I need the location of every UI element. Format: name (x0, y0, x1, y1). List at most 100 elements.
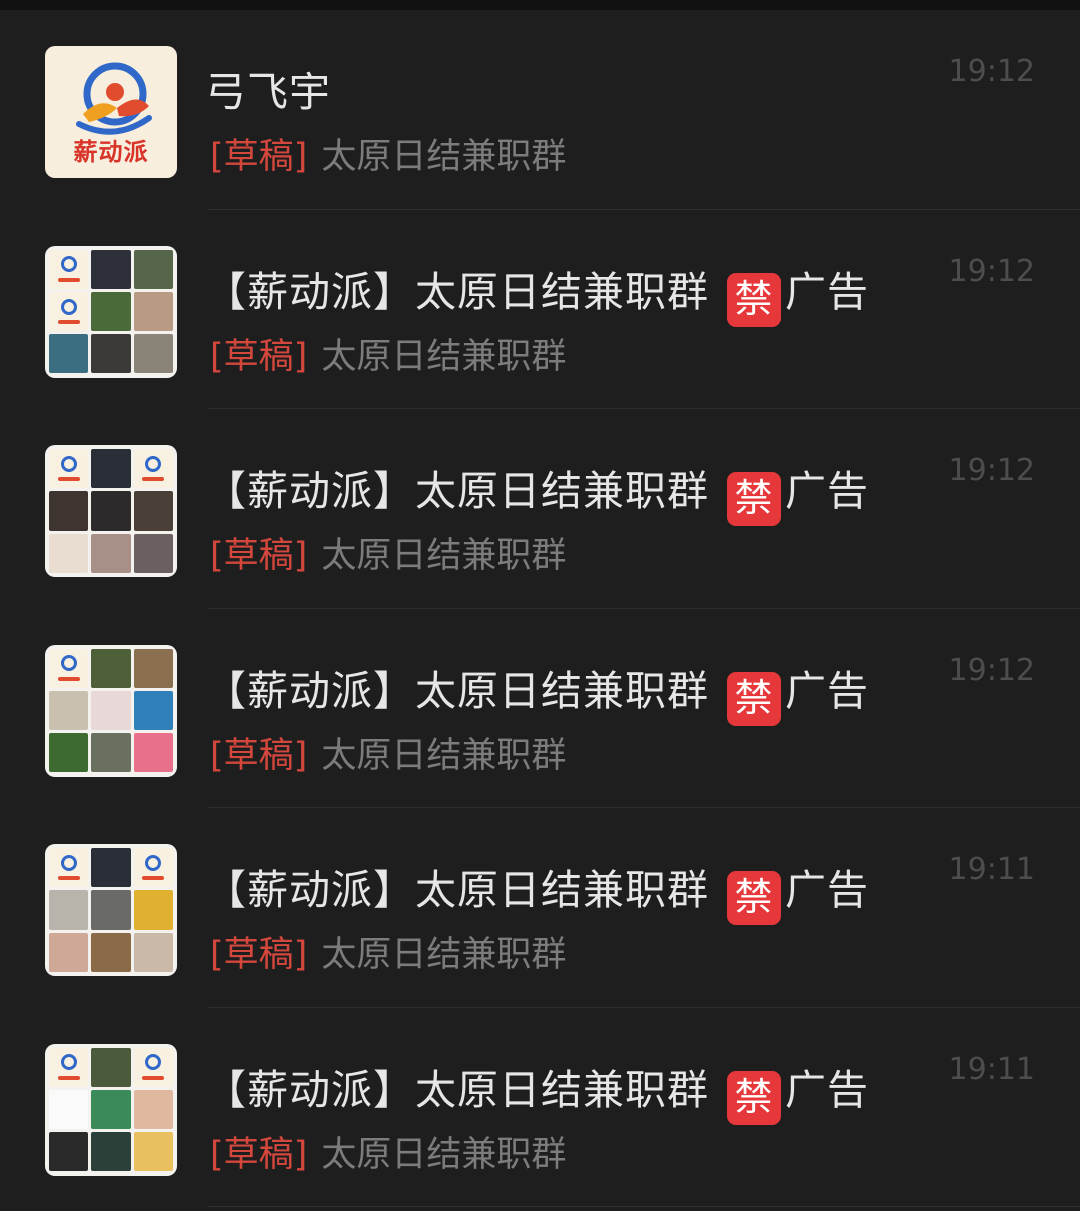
chat-row[interactable]: 【薪动派】太原日结兼职群禁广告 [草稿] 太原日结兼职群 19:12 (0, 609, 1080, 808)
chat-preview-line: [草稿] 太原日结兼职群 (210, 1126, 566, 1177)
member-avatar-logo-icon (49, 291, 89, 332)
chat-row[interactable]: 【薪动派】太原日结兼职群禁广告 [草稿] 太原日结兼职群 19:12 (0, 409, 1080, 609)
draft-tag: [草稿] (210, 735, 308, 776)
chat-name-suffix: 广告 (785, 866, 869, 914)
member-avatar-photo (91, 249, 131, 289)
member-avatar-photo (49, 932, 89, 972)
member-avatar-photo (91, 890, 131, 930)
chat-name: 弓飞宇 (205, 58, 331, 118)
prohibited-badge-icon: 禁 (727, 1070, 781, 1125)
chat-name-text: 弓飞宇 (205, 68, 331, 116)
brand-logo-avatar: 薪动派 (45, 46, 177, 178)
chat-name-text: 【薪动派】太原日结兼职群 (205, 666, 709, 715)
group-avatar-collage (49, 1047, 173, 1172)
last-message-preview: 太原日结兼职群 (321, 336, 567, 377)
chat-preview-line: [草稿] 太原日结兼职群 (210, 128, 566, 179)
chat-row[interactable]: 【薪动派】太原日结兼职群禁广告 [草稿] 太原日结兼职群 19:11 (0, 808, 1080, 1008)
group-avatar (45, 1043, 177, 1176)
group-avatar-collage (49, 249, 173, 374)
chat-preview-line: [草稿] 太原日结兼职群 (210, 527, 566, 578)
chat-name-suffix: 广告 (785, 666, 869, 715)
member-avatar-photo (91, 291, 131, 332)
member-avatar-photo (133, 932, 173, 972)
member-avatar-photo (91, 334, 131, 374)
draft-tag: [草稿] (210, 137, 308, 177)
chat-row[interactable]: 【薪动派】太原日结兼职群禁广告 [草稿] 太原日结兼职群 19:12 (0, 210, 1080, 409)
member-avatar-photo (133, 1089, 173, 1130)
prohibited-badge-icon: 禁 (727, 871, 781, 925)
member-avatar-photo (91, 1089, 131, 1130)
last-message-preview: 太原日结兼职群 (321, 735, 567, 776)
group-avatar (45, 245, 177, 378)
timestamp: 19:12 (948, 453, 1035, 488)
member-avatar-photo (133, 1132, 173, 1172)
prohibited-badge-icon: 禁 (727, 671, 781, 726)
chat-name: 【薪动派】太原日结兼职群禁广告 (205, 657, 869, 726)
member-avatar-photo (133, 334, 173, 374)
member-avatar-logo-icon (133, 449, 173, 489)
chat-list: 薪动派 弓飞宇 [草稿] 太原日结兼职群 19:12 【薪动派】太原日结兼职群禁广… (0, 10, 1080, 1207)
member-avatar-photo (49, 1132, 89, 1172)
chat-preview-line: [草稿] 太原日结兼职群 (210, 328, 566, 379)
draft-tag: [草稿] (210, 336, 308, 377)
brand-logo-text: 薪动派 (73, 138, 149, 166)
member-avatar-photo (49, 491, 89, 531)
member-avatar-logo-icon (49, 249, 89, 289)
member-avatar-photo (91, 449, 131, 489)
chat-name: 【薪动派】太原日结兼职群禁广告 (205, 258, 869, 327)
member-avatar-photo (91, 1047, 131, 1087)
chat-name-suffix: 广告 (785, 467, 869, 515)
member-avatar-photo (133, 291, 173, 332)
member-avatar-photo (49, 1089, 89, 1130)
member-avatar-photo (133, 648, 173, 688)
timestamp: 19:11 (948, 1051, 1035, 1087)
group-avatar (45, 844, 177, 976)
draft-tag: [草稿] (210, 935, 308, 975)
member-avatar-photo (133, 690, 173, 731)
chat-preview-line: [草稿] 太原日结兼职群 (210, 926, 566, 977)
member-avatar-photo (91, 848, 131, 888)
member-avatar-photo (133, 249, 173, 289)
group-avatar-collage (49, 449, 173, 573)
chat-name-text: 【薪动派】太原日结兼职群 (205, 1065, 709, 1114)
member-avatar-photo (91, 533, 131, 573)
status-bar-edge (0, 0, 1080, 10)
member-avatar-logo-icon (49, 1047, 89, 1087)
member-avatar-photo (91, 690, 131, 731)
member-avatar-photo (133, 733, 173, 773)
chat-name-text: 【薪动派】太原日结兼职群 (205, 866, 709, 914)
chat-name: 【薪动派】太原日结兼职群禁广告 (205, 1056, 869, 1125)
member-avatar-photo (91, 1132, 131, 1172)
draft-tag: [草稿] (210, 1134, 308, 1175)
chat-name-text: 【薪动派】太原日结兼职群 (205, 467, 709, 515)
member-avatar-photo (91, 932, 131, 972)
member-avatar-photo (133, 533, 173, 573)
member-avatar-photo (49, 533, 89, 573)
row-divider (208, 1206, 1080, 1207)
chat-row[interactable]: 【薪动派】太原日结兼职群禁广告 [草稿] 太原日结兼职群 19:11 (0, 1008, 1080, 1207)
member-avatar-photo (49, 733, 89, 773)
last-message-preview: 太原日结兼职群 (321, 1134, 567, 1175)
chat-name-suffix: 广告 (785, 267, 869, 316)
member-avatar-photo (133, 890, 173, 930)
timestamp: 19:12 (948, 253, 1035, 289)
member-avatar-logo-icon (133, 848, 173, 888)
member-avatar-logo-icon (49, 648, 89, 688)
timestamp: 19:12 (948, 54, 1035, 89)
chat-row[interactable]: 薪动派 弓飞宇 [草稿] 太原日结兼职群 19:12 (0, 10, 1080, 210)
last-message-preview: 太原日结兼职群 (321, 536, 567, 576)
member-avatar-photo (91, 491, 131, 531)
group-avatar-collage (49, 848, 173, 972)
member-avatar-logo-icon (133, 1047, 173, 1087)
member-avatar-photo (91, 733, 131, 773)
chat-name: 【薪动派】太原日结兼职群禁广告 (205, 856, 869, 925)
draft-tag: [草稿] (210, 536, 308, 576)
group-avatar-collage (49, 648, 173, 773)
chat-name-suffix: 广告 (785, 1065, 869, 1114)
member-avatar-photo (49, 334, 89, 374)
member-avatar-logo-icon (49, 848, 89, 888)
chat-name-text: 【薪动派】太原日结兼职群 (205, 267, 709, 316)
chat-name: 【薪动派】太原日结兼职群禁广告 (205, 457, 869, 526)
member-avatar-photo (49, 890, 89, 930)
member-avatar-photo (49, 690, 89, 731)
